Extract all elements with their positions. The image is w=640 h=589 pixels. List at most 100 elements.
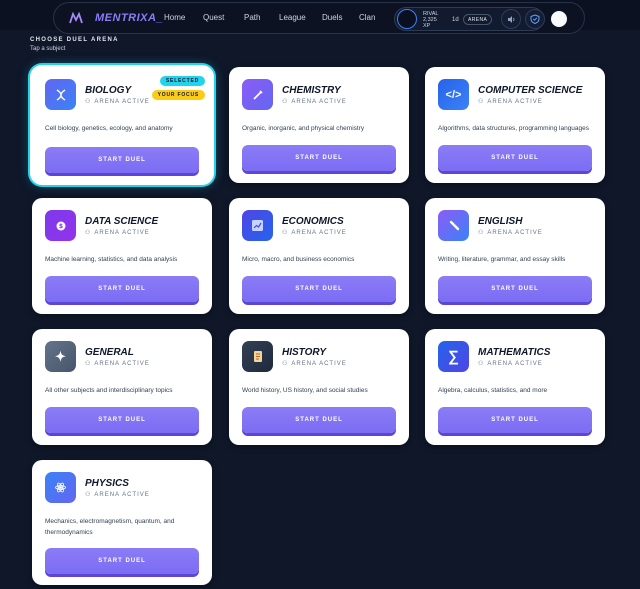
logo-icon bbox=[69, 12, 83, 24]
start-duel-button[interactable]: START DUEL bbox=[45, 407, 199, 433]
subject-description: Algorithms, data structures, programming… bbox=[438, 125, 590, 132]
sparkle-icon: ✦ bbox=[45, 341, 76, 372]
status-text: ARENA ACTIVE bbox=[94, 492, 150, 498]
subject-description: All other subjects and interdisciplinary… bbox=[45, 387, 173, 394]
page-subheading: Tap a subject bbox=[30, 46, 66, 52]
arena-badge[interactable]: ARENA bbox=[463, 14, 493, 25]
status-text: ARENA ACTIVE bbox=[487, 361, 543, 367]
subject-description: Organic, inorganic, and physical chemist… bbox=[242, 125, 365, 132]
subject-status: ⚇ ARENA ACTIVE bbox=[85, 229, 150, 236]
focus-badge: YOUR FOCUS bbox=[151, 90, 205, 100]
selected-badge: SELECTED bbox=[159, 76, 205, 86]
status-text: ARENA ACTIVE bbox=[94, 361, 150, 367]
subject-card-history[interactable]: HISTORY ⚇ ARENA ACTIVE World history, US … bbox=[229, 329, 409, 445]
start-duel-button[interactable]: START DUEL bbox=[438, 276, 592, 302]
page-heading: CHOOSE DUEL ARENA bbox=[30, 37, 119, 43]
user-icon: ⚇ bbox=[85, 99, 92, 105]
chart-icon bbox=[242, 210, 273, 241]
subject-card-physics[interactable]: PHYSICS ⚇ ARENA ACTIVE Mechanics, electro… bbox=[32, 460, 212, 585]
shield-icon bbox=[530, 14, 540, 24]
top-nav: MENTRIXA_ Home Quest Path League Duels C… bbox=[53, 2, 585, 34]
nav-duels[interactable]: Duels bbox=[322, 13, 342, 22]
rival-xp-unit: XP bbox=[423, 23, 431, 29]
subject-name: MATHEMATICS bbox=[478, 347, 551, 358]
code-icon: </> bbox=[438, 79, 469, 110]
nav-quest[interactable]: Quest bbox=[203, 13, 224, 22]
speaker-icon bbox=[507, 15, 514, 23]
subject-status: ⚇ ARENA ACTIVE bbox=[282, 98, 347, 105]
start-duel-button[interactable]: START DUEL bbox=[242, 145, 396, 171]
pen-icon bbox=[438, 210, 469, 241]
subject-card-chemistry[interactable]: CHEMISTRY ⚇ ARENA ACTIVE Organic, inorgan… bbox=[229, 67, 409, 183]
rival-gap: 1d bbox=[452, 17, 459, 23]
subject-card-mathematics[interactable]: ∑ MATHEMATICS ⚇ ARENA ACTIVE Algebra, cal… bbox=[425, 329, 605, 445]
status-text: ARENA ACTIVE bbox=[94, 230, 150, 236]
subject-status: ⚇ ARENA ACTIVE bbox=[85, 491, 150, 498]
subject-name: PHYSICS bbox=[85, 478, 129, 489]
start-duel-button[interactable]: START DUEL bbox=[242, 407, 396, 433]
scroll-icon bbox=[242, 341, 273, 372]
subject-name: COMPUTER SCIENCE bbox=[478, 85, 583, 96]
start-duel-button[interactable]: START DUEL bbox=[242, 276, 396, 302]
subject-card-english[interactable]: ENGLISH ⚇ ARENA ACTIVE Writing, literatur… bbox=[425, 198, 605, 314]
subject-status: ⚇ ARENA ACTIVE bbox=[282, 229, 347, 236]
user-icon: ⚇ bbox=[282, 361, 289, 367]
subject-description: Algebra, calculus, statistics, and more bbox=[438, 387, 548, 394]
logo-text[interactable]: MENTRIXA_ bbox=[95, 12, 163, 24]
status-text: ARENA ACTIVE bbox=[291, 361, 347, 367]
subject-status: ⚇ ARENA ACTIVE bbox=[478, 98, 543, 105]
subject-description: Machine learning, statistics, and data a… bbox=[45, 256, 178, 263]
status-text: ARENA ACTIVE bbox=[487, 230, 543, 236]
status-text: ARENA ACTIVE bbox=[487, 99, 543, 105]
sound-button[interactable] bbox=[501, 9, 521, 29]
user-icon: ⚇ bbox=[478, 99, 485, 105]
sigma-icon: ∑ bbox=[438, 341, 469, 372]
rival-info: RIVAL 2,325 XP bbox=[423, 11, 439, 29]
user-icon: ⚇ bbox=[282, 230, 289, 236]
atom-icon bbox=[45, 472, 76, 503]
status-text: ARENA ACTIVE bbox=[291, 230, 347, 236]
user-icon: ⚇ bbox=[85, 230, 92, 236]
subject-status: ⚇ ARENA ACTIVE bbox=[478, 360, 543, 367]
subject-card-computer-science[interactable]: </> COMPUTER SCIENCE ⚇ ARENA ACTIVE Algor… bbox=[425, 67, 605, 183]
subject-status: ⚇ ARENA ACTIVE bbox=[85, 98, 150, 105]
subject-name: BIOLOGY bbox=[85, 85, 132, 96]
subject-description: World history, US history, and social st… bbox=[242, 387, 368, 394]
subject-card-general[interactable]: ✦ GENERAL ⚇ ARENA ACTIVE All other subjec… bbox=[32, 329, 212, 445]
subject-description: Writing, literature, grammar, and essay … bbox=[438, 256, 566, 263]
nav-home[interactable]: Home bbox=[164, 13, 185, 22]
subject-card-economics[interactable]: ECONOMICS ⚇ ARENA ACTIVE Micro, macro, an… bbox=[229, 198, 409, 314]
shield-button[interactable] bbox=[525, 9, 545, 29]
subject-name: GENERAL bbox=[85, 347, 134, 358]
user-icon: ⚇ bbox=[478, 361, 485, 367]
status-text: ARENA ACTIVE bbox=[291, 99, 347, 105]
subject-name: CHEMISTRY bbox=[282, 85, 341, 96]
subject-card-data-science[interactable]: $ DATA SCIENCE ⚇ ARENA ACTIVE Machine lea… bbox=[32, 198, 212, 314]
status-text: ARENA ACTIVE bbox=[94, 99, 150, 105]
subject-status: ⚇ ARENA ACTIVE bbox=[478, 229, 543, 236]
nav-path[interactable]: Path bbox=[244, 13, 260, 22]
start-duel-button[interactable]: START DUEL bbox=[45, 276, 199, 302]
start-duel-button[interactable]: START DUEL bbox=[438, 145, 592, 171]
subject-name: ECONOMICS bbox=[282, 216, 344, 227]
data-icon: $ bbox=[45, 210, 76, 241]
user-icon: ⚇ bbox=[282, 99, 289, 105]
flask-icon bbox=[242, 79, 273, 110]
user-icon: ⚇ bbox=[85, 361, 92, 367]
start-duel-button[interactable]: START DUEL bbox=[45, 548, 199, 574]
user-icon: ⚇ bbox=[478, 230, 485, 236]
svg-text:$: $ bbox=[58, 223, 62, 230]
subject-card-biology[interactable]: SELECTED YOUR FOCUS BIOLOGY ⚇ ARENA ACTIV… bbox=[32, 67, 212, 183]
subject-status: ⚇ ARENA ACTIVE bbox=[85, 360, 150, 367]
subject-description: Mechanics, electromagnetism, quantum, an… bbox=[45, 518, 175, 536]
rival-widget[interactable]: RIVAL 2,325 XP 1d ARENA bbox=[394, 7, 544, 31]
nav-clan[interactable]: Clan bbox=[359, 13, 375, 22]
start-duel-button[interactable]: START DUEL bbox=[438, 407, 592, 433]
user-avatar[interactable] bbox=[551, 11, 567, 27]
subject-name: HISTORY bbox=[282, 347, 327, 358]
dna-icon bbox=[45, 79, 76, 110]
user-icon: ⚇ bbox=[85, 492, 92, 498]
nav-league[interactable]: League bbox=[279, 13, 306, 22]
start-duel-button[interactable]: START DUEL bbox=[45, 147, 199, 173]
subject-status: ⚇ ARENA ACTIVE bbox=[282, 360, 347, 367]
